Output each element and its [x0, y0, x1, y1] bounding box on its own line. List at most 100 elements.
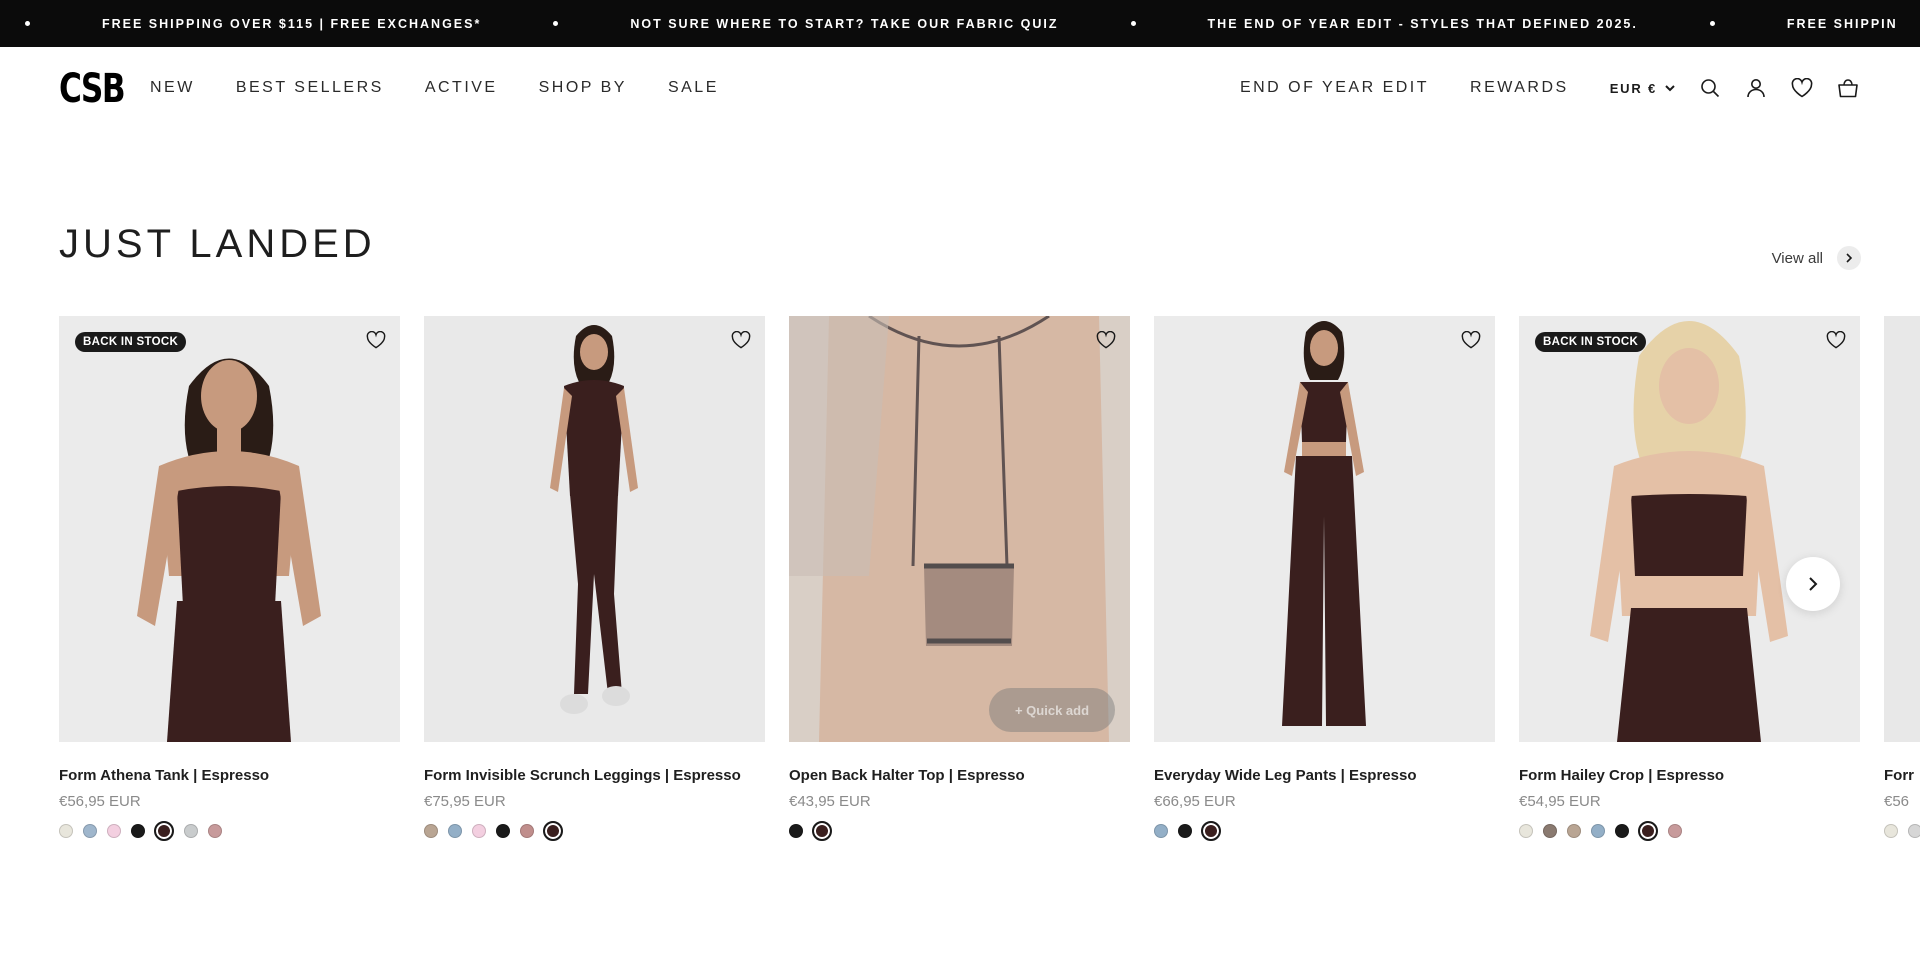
color-swatch[interactable]: [107, 824, 121, 838]
secondary-nav: END OF YEAR EDIT REWARDS EUR €: [1240, 47, 1920, 129]
color-swatch[interactable]: [1567, 824, 1581, 838]
product-image[interactable]: [1884, 316, 1920, 742]
color-swatch[interactable]: [1638, 821, 1658, 841]
color-swatch[interactable]: [1884, 824, 1898, 838]
color-swatch[interactable]: [59, 824, 73, 838]
product-price: €54,95 EUR: [1519, 793, 1601, 810]
bullet-separator: [25, 21, 30, 26]
product-image[interactable]: BACK IN STOCK: [59, 316, 400, 742]
model-photo: [1590, 321, 1788, 742]
product-image[interactable]: [1154, 316, 1495, 742]
bullet-separator: [1130, 21, 1136, 26]
wishlist-icon[interactable]: [1791, 77, 1813, 99]
announcement-text: THE END OF YEAR EDIT - STYLES THAT DEFIN…: [1207, 16, 1638, 31]
announcement-bar: FREE SHIPPING OVER $115 | FREE EXCHANGES…: [0, 0, 1920, 47]
product-card[interactable]: Forr €56: [1884, 316, 1920, 843]
color-swatch[interactable]: [1668, 824, 1682, 838]
announcement-item[interactable]: FREE SHIPPING OVER $115 | FREE EXCHANGES…: [0, 17, 481, 31]
color-swatch[interactable]: [789, 824, 803, 838]
product-price: €43,95 EUR: [789, 793, 871, 810]
color-swatches: [59, 819, 400, 843]
color-swatch[interactable]: [424, 824, 438, 838]
back-in-stock-badge: BACK IN STOCK: [1535, 332, 1647, 352]
announcement-item[interactable]: FREE SHIPPIN: [1638, 17, 1898, 31]
product-name[interactable]: Open Back Halter Top | Espresso: [789, 767, 1130, 784]
product-price: €75,95 EUR: [424, 793, 506, 810]
nav-item-end-of-year-edit[interactable]: END OF YEAR EDIT: [1240, 79, 1429, 97]
announcement-item[interactable]: NOT SURE WHERE TO START? TAKE OUR FABRIC…: [481, 17, 1058, 31]
product-image[interactable]: + Quick add: [789, 316, 1130, 742]
announcement-item[interactable]: THE END OF YEAR EDIT - STYLES THAT DEFIN…: [1059, 17, 1638, 31]
color-swatch[interactable]: [543, 821, 563, 841]
currency-label: EUR €: [1609, 80, 1657, 96]
nav-item-rewards[interactable]: REWARDS: [1470, 79, 1569, 97]
color-swatch[interactable]: [496, 824, 510, 838]
color-swatch[interactable]: [1154, 824, 1168, 838]
account-icon[interactable]: [1745, 77, 1767, 99]
product-image[interactable]: BACK IN STOCK: [1519, 316, 1860, 742]
model-photo: [1884, 316, 1920, 742]
chevron-down-icon: [1665, 84, 1675, 91]
product-price: €66,95 EUR: [1154, 793, 1236, 810]
primary-nav: NEW BEST SELLERS ACTIVE SHOP BY SALE: [150, 47, 760, 129]
search-icon[interactable]: [1699, 77, 1721, 99]
color-swatch[interactable]: [154, 821, 174, 841]
color-swatch[interactable]: [812, 821, 832, 841]
section-title: JUST LANDED: [59, 222, 376, 266]
product-card[interactable]: Everyday Wide Leg Pants | Espresso €66,95…: [1154, 316, 1495, 843]
cart-icon[interactable]: [1837, 77, 1859, 99]
color-swatch[interactable]: [131, 824, 145, 838]
wishlist-heart-icon[interactable]: [1824, 328, 1848, 352]
product-carousel: BACK IN STOCK Form Athena Tank | Espresso…: [59, 316, 1920, 856]
color-swatches: [789, 819, 1130, 843]
color-swatch[interactable]: [448, 824, 462, 838]
color-swatch[interactable]: [1201, 821, 1221, 841]
logo[interactable]: CSB: [59, 69, 126, 109]
currency-selector[interactable]: EUR €: [1610, 81, 1675, 96]
model-photo: [789, 316, 1130, 742]
color-swatches: [424, 819, 765, 843]
nav-item-shop-by[interactable]: SHOP BY: [539, 79, 627, 97]
nav-item-active[interactable]: ACTIVE: [425, 79, 498, 97]
product-name[interactable]: Form Athena Tank | Espresso: [59, 767, 400, 784]
product-card[interactable]: Form Invisible Scrunch Leggings | Espres…: [424, 316, 765, 843]
color-swatches: [1884, 819, 1920, 843]
back-in-stock-badge: BACK IN STOCK: [75, 332, 187, 352]
nav-item-new[interactable]: NEW: [150, 79, 195, 97]
carousel-next-button[interactable]: [1786, 557, 1840, 611]
nav-item-best-sellers[interactable]: BEST SELLERS: [236, 79, 384, 97]
product-card[interactable]: + Quick add Open Back Halter Top | Espres…: [789, 316, 1130, 843]
product-name[interactable]: Everyday Wide Leg Pants | Espresso: [1154, 767, 1495, 784]
color-swatch[interactable]: [1615, 824, 1629, 838]
product-name[interactable]: Forr: [1884, 767, 1920, 784]
wishlist-heart-icon[interactable]: [729, 328, 753, 352]
color-swatch[interactable]: [83, 824, 97, 838]
wishlist-heart-icon[interactable]: [1094, 328, 1118, 352]
color-swatch[interactable]: [472, 824, 486, 838]
color-swatch[interactable]: [520, 824, 534, 838]
product-card[interactable]: BACK IN STOCK Form Athena Tank | Espresso…: [59, 316, 400, 843]
color-swatch[interactable]: [208, 824, 222, 838]
color-swatch[interactable]: [1519, 824, 1533, 838]
product-price: €56: [1884, 793, 1910, 810]
bullet-separator: [553, 21, 559, 26]
color-swatch[interactable]: [1543, 824, 1557, 838]
color-swatch[interactable]: [1178, 824, 1192, 838]
wishlist-heart-icon[interactable]: [364, 328, 388, 352]
model-photo: [550, 325, 638, 714]
view-all-link[interactable]: View all: [1772, 246, 1861, 270]
quick-add-button[interactable]: + Quick add: [989, 688, 1115, 732]
nav-item-sale[interactable]: SALE: [668, 79, 719, 97]
product-image[interactable]: [424, 316, 765, 742]
color-swatch[interactable]: [1908, 824, 1920, 838]
color-swatches: [1154, 819, 1495, 843]
model-photo: [1282, 321, 1366, 726]
product-name[interactable]: Form Invisible Scrunch Leggings | Espres…: [424, 767, 765, 784]
color-swatch[interactable]: [184, 824, 198, 838]
product-price: €56,95 EUR: [59, 793, 141, 810]
product-name[interactable]: Form Hailey Crop | Espresso: [1519, 767, 1860, 784]
wishlist-heart-icon[interactable]: [1459, 328, 1483, 352]
color-swatch[interactable]: [1591, 824, 1605, 838]
announcement-text: NOT SURE WHERE TO START? TAKE OUR FABRIC…: [630, 16, 1059, 31]
announcement-text: FREE SHIPPIN: [1786, 16, 1898, 31]
